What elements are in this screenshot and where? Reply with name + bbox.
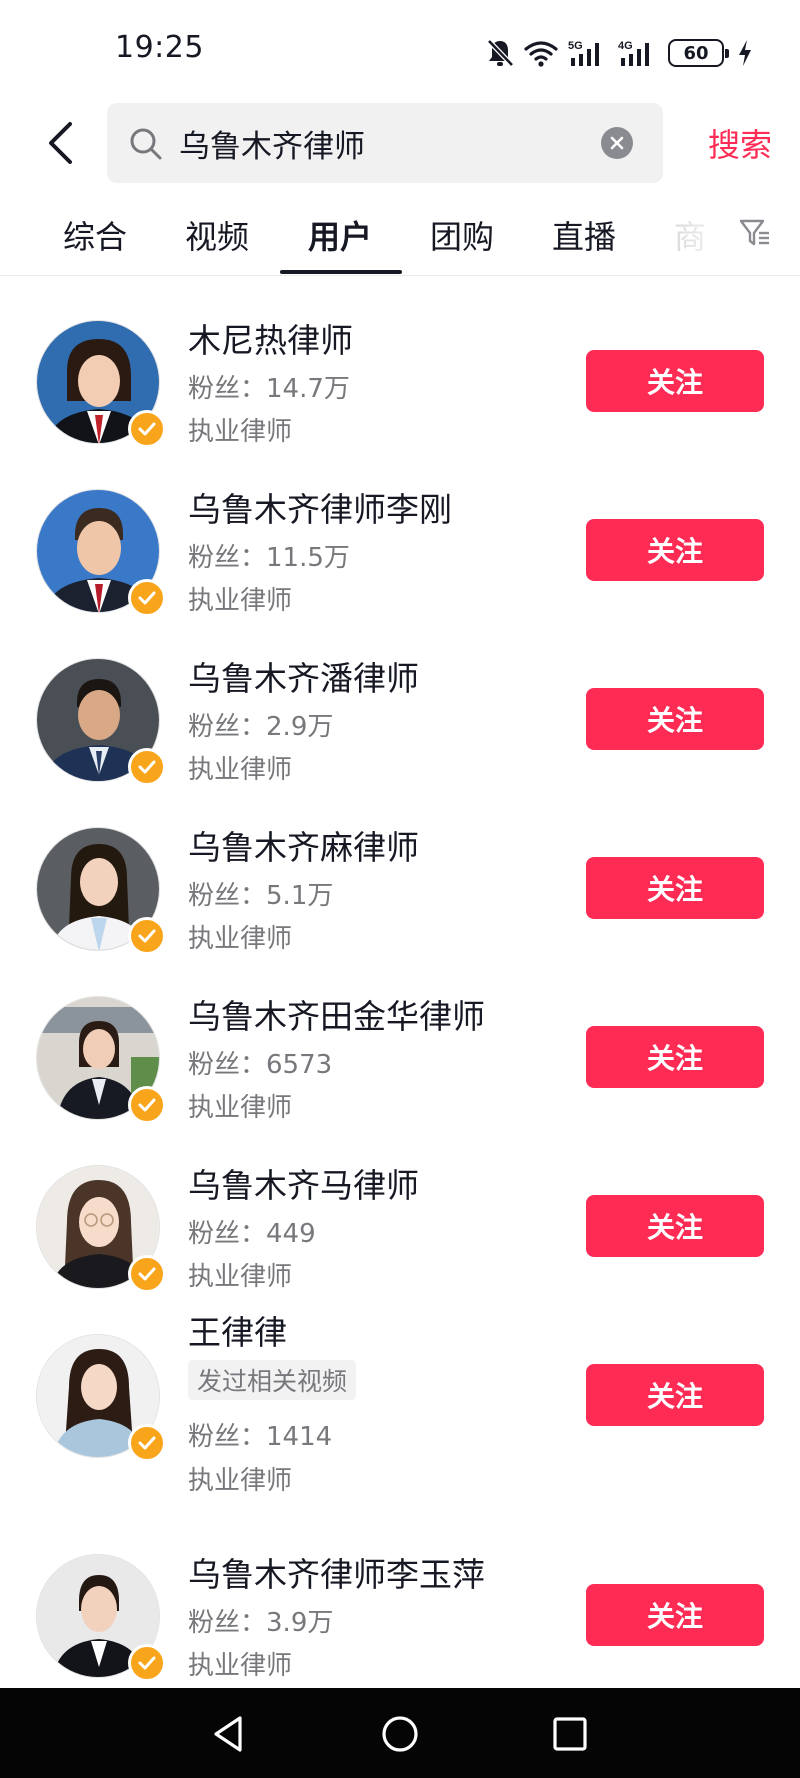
user-title: 执业律师 [188,1466,293,1496]
follow-button[interactable]: 关注 [586,688,764,750]
user-title: 执业律师 [188,924,293,954]
system-nav-bar [0,1688,800,1778]
user-fans: 粉丝：449 [188,1219,316,1249]
verified-badge-icon [128,1255,166,1293]
search-submit-button[interactable]: 搜索 [708,118,772,168]
avatar[interactable] [36,827,166,955]
follow-button[interactable]: 关注 [586,857,764,919]
avatar[interactable] [36,658,166,786]
battery-icon: 60 [668,39,729,67]
nav-home-button[interactable] [376,1710,424,1758]
user-name: 乌鲁木齐潘律师 [188,659,419,698]
back-arrow-icon [49,122,72,164]
back-button[interactable] [38,118,84,168]
follow-button[interactable]: 关注 [586,350,764,412]
user-name: 王律律 [188,1313,287,1352]
svg-text:5G: 5G [568,40,583,52]
active-tab-indicator [280,270,402,274]
status-icons: 5G 4G 60 [486,36,752,70]
user-name: 木尼热律师 [188,321,353,360]
verified-badge-icon [128,748,166,786]
status-time: 19:25 [115,30,204,65]
status-bar: 19:25 5G 4G 60 [0,0,800,100]
user-name: 乌鲁木齐田金华律师 [188,997,485,1036]
user-fans: 粉丝：14.7万 [188,374,350,404]
search-header: 搜索 [0,100,800,190]
mute-bell-icon [486,38,514,68]
avatar[interactable] [36,996,166,1124]
tab-products[interactable]: 商 [674,212,706,258]
verified-badge-icon [128,579,166,617]
user-fans: 粉丝：1414 [188,1422,333,1452]
follow-button[interactable]: 关注 [586,1584,764,1646]
result-tabs: 综合 视频 用户 团购 直播 商 [0,198,800,276]
verified-badge-icon [128,1424,166,1462]
search-box[interactable] [107,103,663,183]
search-icon [130,128,162,160]
related-video-tag: 发过相关视频 [188,1360,357,1400]
avatar[interactable] [36,1165,166,1293]
user-title: 执业律师 [188,586,293,616]
search-results-page: 19:25 5G 4G 60 乌鲁木齐律师 搜索 综合 视频 用户 团购 直播 … [0,0,800,1778]
verified-badge-icon [128,1086,166,1124]
verified-badge-icon [128,917,166,955]
tab-users[interactable]: 用户 [308,212,372,258]
user-title: 执业律师 [188,1651,293,1681]
avatar[interactable] [36,489,166,617]
battery-level: 60 [683,42,709,64]
search-input[interactable] [179,117,579,169]
user-title: 执业律师 [188,1093,293,1123]
filter-icon[interactable] [738,216,772,250]
avatar[interactable] [36,1554,166,1682]
verified-badge-icon [128,1644,166,1682]
square-recents-icon [553,1717,587,1751]
circle-home-icon [382,1716,418,1752]
user-fans: 粉丝：2.9万 [188,712,334,742]
clear-search-button[interactable] [601,127,633,159]
user-fans: 粉丝：11.5万 [188,543,350,573]
nav-recents-button[interactable] [546,1710,594,1758]
nav-back-button[interactable] [204,1710,252,1758]
user-name: 乌鲁木齐麻律师 [188,828,419,867]
charging-icon [738,39,752,67]
follow-button[interactable]: 关注 [586,1364,764,1426]
user-fans: 粉丝：6573 [188,1050,333,1080]
close-icon [610,136,624,150]
wifi-icon [524,39,558,67]
follow-button[interactable]: 关注 [586,1026,764,1088]
user-title: 执业律师 [188,755,293,785]
verified-badge-icon [128,410,166,448]
avatar[interactable] [36,1334,166,1462]
user-title: 执业律师 [188,1262,293,1292]
follow-button[interactable]: 关注 [586,519,764,581]
tab-videos[interactable]: 视频 [185,212,249,258]
user-fans: 粉丝：3.9万 [188,1608,334,1638]
tab-live[interactable]: 直播 [552,212,616,258]
avatar[interactable] [36,320,166,448]
5g-signal-icon: 5G [568,38,608,68]
follow-button[interactable]: 关注 [586,1195,764,1257]
user-title: 执业律师 [188,417,293,447]
user-fans: 粉丝：5.1万 [188,881,334,911]
svg-text:4G: 4G [618,40,633,52]
tab-general[interactable]: 综合 [63,212,127,258]
triangle-back-icon [214,1716,242,1752]
user-name: 乌鲁木齐律师李玉萍 [188,1555,485,1594]
user-name: 乌鲁木齐律师李刚 [188,490,452,529]
user-name: 乌鲁木齐马律师 [188,1166,419,1205]
tab-group-buy[interactable]: 团购 [430,212,494,258]
4g-signal-icon: 4G [618,38,658,68]
